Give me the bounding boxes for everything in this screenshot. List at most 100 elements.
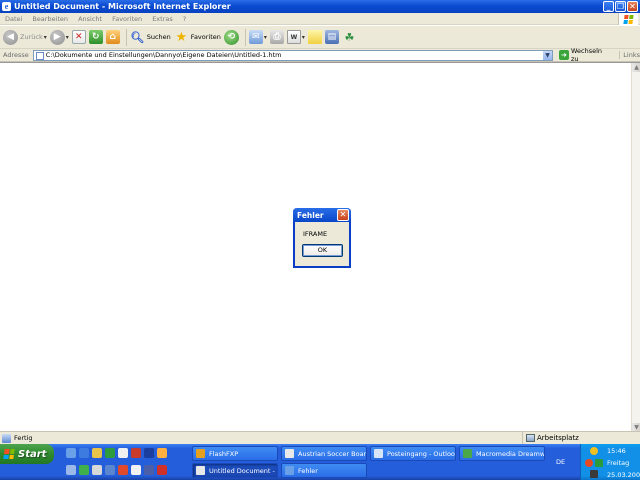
ie-icon[interactable] xyxy=(79,448,89,458)
menu-item-file[interactable]: Datei xyxy=(0,15,27,23)
search-button[interactable]: 🔍︎ Suchen xyxy=(130,28,171,47)
ie-window-icon xyxy=(285,449,294,458)
messenger-tray-icon[interactable] xyxy=(79,465,89,475)
status-text: Fertig xyxy=(14,434,33,442)
discuss-button[interactable] xyxy=(307,28,322,47)
task-label: Fehler xyxy=(298,466,318,475)
task-label: Untitled Document - ... xyxy=(209,466,278,475)
dreamweaver-icon xyxy=(463,449,472,458)
menu-bar: Datei Bearbeiten Ansicht Favoriten Extra… xyxy=(0,13,640,25)
edit-button[interactable]: W ▾ xyxy=(286,28,305,47)
standard-toolbar: ◀ Zurück ▾ ▶ ▾ ✕ ↻ ⌂ 🔍︎ Suchen ★ Favorit… xyxy=(0,26,640,49)
document-icon[interactable] xyxy=(92,465,102,475)
address-dropdown-icon[interactable]: ▼ xyxy=(543,50,553,60)
sun-tray-icon[interactable] xyxy=(590,447,598,455)
refresh-button[interactable]: ↻ xyxy=(88,28,103,47)
favorites-star-icon: ★ xyxy=(175,29,188,45)
home-button[interactable]: ⌂ xyxy=(105,28,120,47)
green-app-icon[interactable] xyxy=(105,448,115,458)
red-app-icon[interactable] xyxy=(131,448,141,458)
back-dropdown-icon[interactable]: ▾ xyxy=(44,34,47,41)
volume-tray-icon[interactable] xyxy=(590,470,598,478)
word-icon[interactable] xyxy=(144,448,154,458)
menu-item-help[interactable]: ? xyxy=(178,15,191,23)
forward-dropdown-icon[interactable]: ▾ xyxy=(66,34,69,41)
history-button[interactable]: ⟲ xyxy=(223,28,239,47)
app-icon[interactable] xyxy=(144,465,154,475)
maximize-button[interactable]: ❐ xyxy=(615,1,626,12)
taskbar-item-soccer-board[interactable]: Austrian Soccer Boar... xyxy=(281,446,367,461)
forward-button[interactable]: ▶ ▾ xyxy=(49,28,69,47)
research-icon: ▤ xyxy=(324,30,339,44)
page-icon xyxy=(35,51,44,60)
ie-window-icon xyxy=(285,466,294,475)
toolbar-separator xyxy=(244,28,246,46)
monitor-icon[interactable] xyxy=(66,465,76,475)
dialog-close-button[interactable]: ✕ xyxy=(337,209,349,221)
links-button[interactable]: Links xyxy=(619,51,640,59)
search-icon: 🔍︎ xyxy=(130,30,145,44)
desktop-icon[interactable] xyxy=(66,448,76,458)
notepad-icon[interactable] xyxy=(131,465,141,475)
refresh-icon: ↻ xyxy=(88,30,103,44)
media-icon[interactable] xyxy=(118,465,128,475)
window-title-bar[interactable]: e Untitled Document - Microsoft Internet… xyxy=(0,0,640,13)
minimize-button[interactable]: _ xyxy=(603,1,614,12)
clock-time[interactable]: 15:46 xyxy=(607,447,626,455)
mail-dropdown-icon[interactable]: ▾ xyxy=(264,34,267,41)
print-button[interactable]: ⎙ xyxy=(269,28,284,47)
dialog-title-bar[interactable]: Fehler ✕ xyxy=(293,208,351,222)
scroll-up-icon[interactable]: ▲ xyxy=(632,63,640,72)
address-url: C:\Dokumente und Einstellungen\Dannyo\Ei… xyxy=(45,51,282,59)
back-button[interactable]: ◀ Zurück ▾ xyxy=(3,28,47,47)
chat-icon[interactable] xyxy=(118,448,128,458)
status-bar: Fertig Arbeitsplatz xyxy=(0,431,640,444)
history-icon: ⟲ xyxy=(223,29,239,45)
taskbar-item-untitled-document[interactable]: Untitled Document - ... xyxy=(192,463,278,478)
windows-flag-icon xyxy=(3,449,15,459)
page-status-icon xyxy=(2,433,11,443)
vertical-scrollbar[interactable]: ▲ ▼ xyxy=(631,63,640,432)
research-button[interactable]: ▤ xyxy=(324,28,339,47)
back-arrow-icon: ◀ xyxy=(3,29,18,45)
toolbar-separator xyxy=(125,28,127,46)
menu-item-favorites[interactable]: Favoriten xyxy=(107,15,147,23)
close-button[interactable]: ✕ xyxy=(627,1,638,12)
favorites-button-label: Favoriten xyxy=(190,33,221,41)
taskbar-item-outlook[interactable]: Posteingang - Outloo... xyxy=(370,446,456,461)
mail-icon: ✉ xyxy=(248,30,263,44)
network-tray-icon[interactable] xyxy=(595,459,603,467)
orange-app-icon[interactable] xyxy=(157,448,167,458)
windows-logo-icon xyxy=(618,13,638,25)
dialog-ok-button[interactable]: OK xyxy=(302,244,343,257)
computer-icon xyxy=(526,434,535,442)
window-title: Untitled Document - Microsoft Internet E… xyxy=(14,2,231,11)
clock-date: 25.03.2005 xyxy=(607,471,640,479)
folder-icon[interactable] xyxy=(92,448,102,458)
go-button[interactable]: ➜ Wechseln zu xyxy=(559,47,611,63)
zone-label: Arbeitsplatz xyxy=(537,434,579,442)
task-label: Posteingang - Outloo... xyxy=(387,449,456,458)
window-icon[interactable] xyxy=(105,465,115,475)
address-label: Adresse xyxy=(3,51,29,59)
quick-launch-row-1 xyxy=(66,448,167,458)
language-indicator[interactable]: DE xyxy=(556,458,565,466)
taskbar-item-dreamweaver[interactable]: Macromedia Dreamw... xyxy=(459,446,545,461)
taskbar-item-flashfxp[interactable]: FlashFXP xyxy=(192,446,278,461)
favorites-button[interactable]: ★ Favoriten xyxy=(174,28,221,47)
flash-icon[interactable] xyxy=(157,465,167,475)
mail-button[interactable]: ✉ ▾ xyxy=(248,28,267,47)
alert-tray-icon[interactable] xyxy=(585,459,593,467)
address-bar: Adresse C:\Dokumente und Einstellungen\D… xyxy=(0,47,640,63)
address-input[interactable]: C:\Dokumente und Einstellungen\Dannyo\Ei… xyxy=(32,49,554,61)
home-icon: ⌂ xyxy=(105,30,120,44)
menu-item-tools[interactable]: Extras xyxy=(147,15,178,23)
taskbar-item-fehler[interactable]: Fehler xyxy=(281,463,367,478)
messenger-icon: ☘ xyxy=(344,30,355,44)
messenger-button[interactable]: ☘ xyxy=(342,28,357,47)
stop-button[interactable]: ✕ xyxy=(71,28,86,47)
start-button[interactable]: Start xyxy=(0,444,54,464)
edit-dropdown-icon[interactable]: ▾ xyxy=(302,34,305,41)
menu-item-view[interactable]: Ansicht xyxy=(73,15,107,23)
menu-item-edit[interactable]: Bearbeiten xyxy=(27,15,73,23)
